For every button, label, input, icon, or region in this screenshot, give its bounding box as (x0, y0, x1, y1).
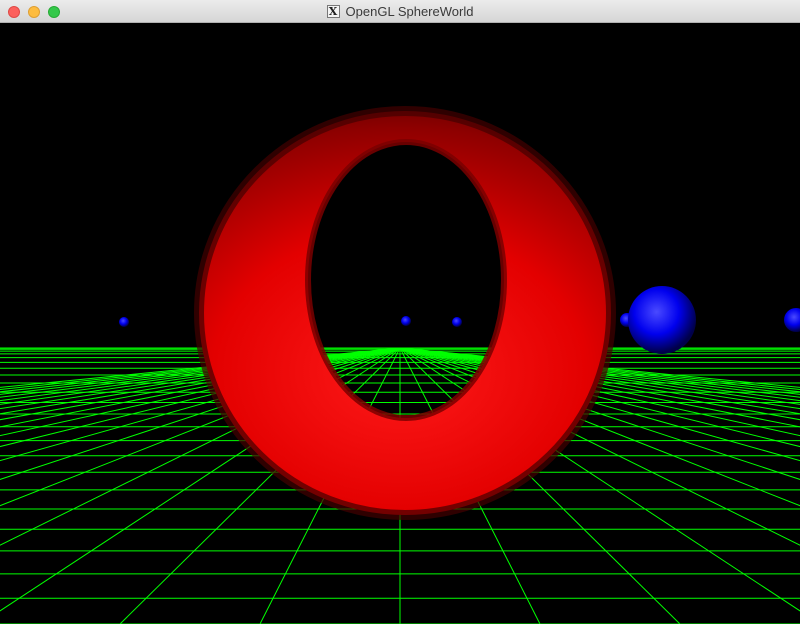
title-group: X OpenGL SphereWorld (0, 0, 800, 23)
title-bar[interactable]: X OpenGL SphereWorld (0, 0, 800, 23)
window-title: OpenGL SphereWorld (345, 4, 474, 19)
red-torus (0, 23, 800, 624)
opengl-viewport[interactable] (0, 23, 800, 624)
x11-icon: X (326, 5, 340, 18)
app-window: X OpenGL SphereWorld (0, 0, 800, 624)
